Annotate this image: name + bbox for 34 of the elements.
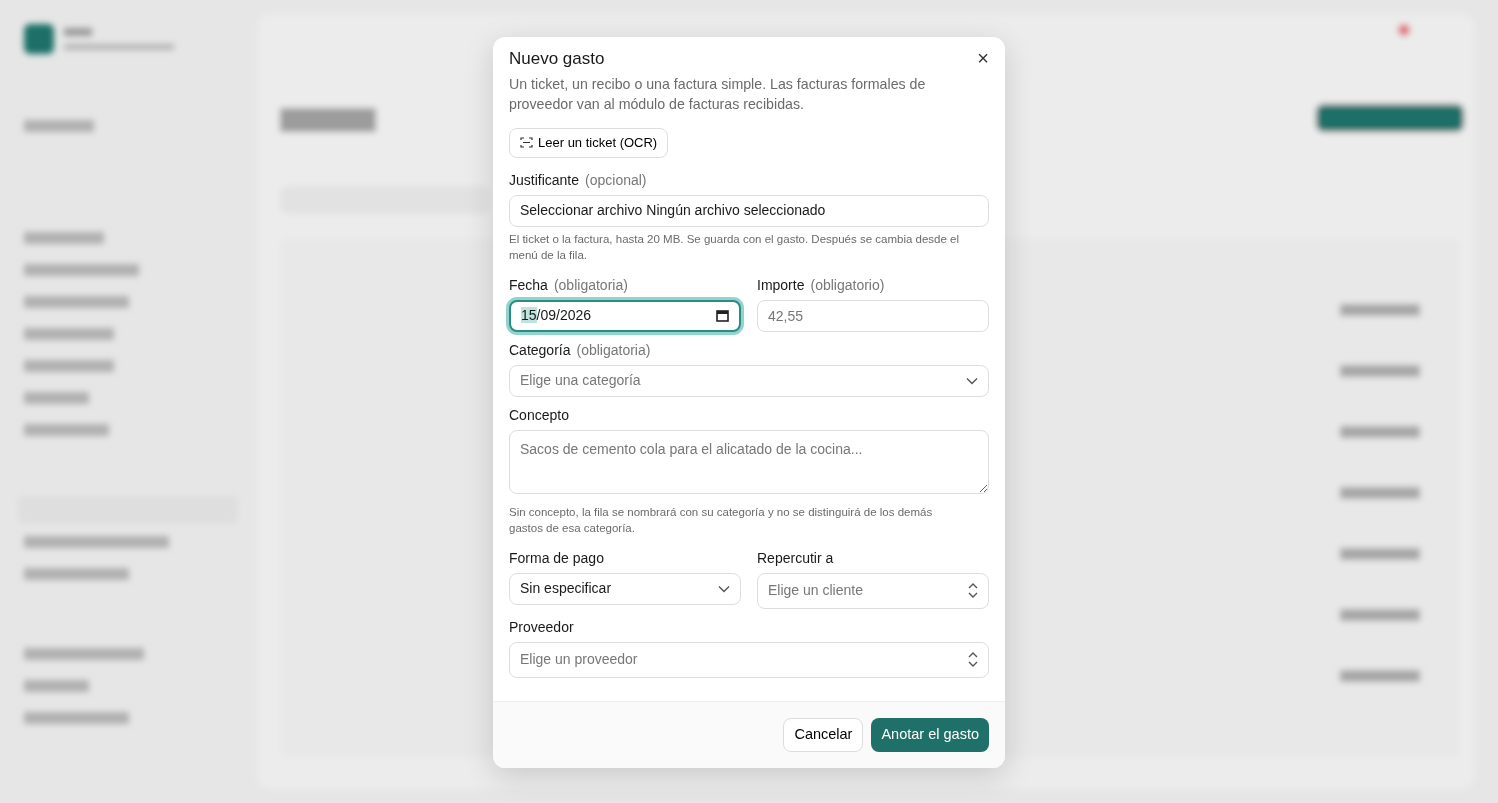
field-label: Concepto <box>509 406 569 423</box>
scan-icon <box>520 137 533 149</box>
dialog-description: Un ticket, un recibo o una factura simple. Las facturas formales de proveedor van al módulo de facturas recibidas. <box>509 75 927 114</box>
select-field[interactable]: Sin especificar <box>509 572 741 605</box>
combobox-field[interactable]: Elige un proveedor <box>509 641 989 678</box>
field-label: Proveedor <box>509 618 574 635</box>
calendar-icon <box>716 309 729 322</box>
help-text: El ticket o la factura, hasta 20 MB. Se guarda con el gasto. Después se cambia desde el menú de la fila. <box>509 231 961 263</box>
field-hint: (opcional) <box>585 171 647 188</box>
field-label: Importe <box>757 276 805 293</box>
up-down-chevron-icon <box>968 652 978 667</box>
field-label: Categoría <box>509 341 571 358</box>
combobox-field[interactable]: Elige un cliente <box>757 572 989 609</box>
ocr-button[interactable]: Leer un ticket (OCR) <box>509 128 669 158</box>
help-text: Sin concepto, la fila se nombrará con su categoría y no se distinguirá de los demás gastos de esa categoría. <box>509 504 934 536</box>
field-label: Repercutir a <box>757 549 834 566</box>
up-down-chevron-icon <box>968 583 978 598</box>
cancel-button[interactable]: Cancelar <box>783 718 864 752</box>
date-input[interactable]: 15/09/2026 <box>509 299 741 332</box>
amount-input[interactable]: 42,55 <box>757 299 989 332</box>
concept-textarea[interactable]: Sacos de cemento cola para el alicatado de la cocina... <box>509 429 989 494</box>
field-label: Fecha <box>509 276 548 293</box>
chevron-down-icon <box>966 376 978 385</box>
field-hint: (obligatoria) <box>553 276 628 293</box>
dialog-title: Nuevo gasto <box>509 49 605 70</box>
field-hint: (obligatoria) <box>576 341 651 358</box>
chevron-down-icon <box>718 584 730 593</box>
field-hint: (obligatorio) <box>810 276 885 293</box>
field-label: Forma de pago <box>509 549 604 566</box>
select-field[interactable]: Elige una categoría <box>509 364 989 397</box>
file-input[interactable]: Seleccionar archivo Ningún archivo seleccionado <box>509 194 989 227</box>
close-button[interactable]: × <box>975 47 991 69</box>
submit-button[interactable]: Anotar el gasto <box>871 718 989 752</box>
field-label: Justificante <box>509 171 580 188</box>
